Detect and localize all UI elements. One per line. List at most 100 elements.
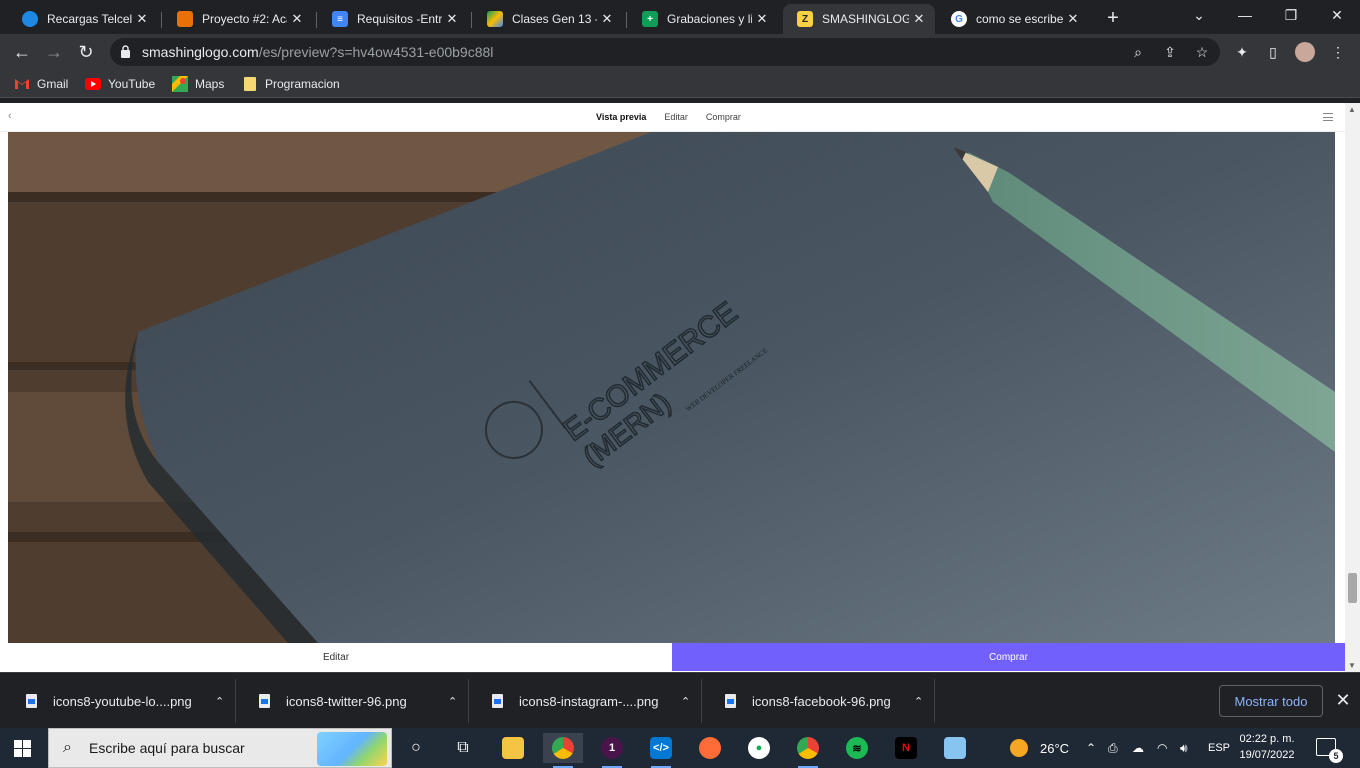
task-view-icon[interactable]: ⧉ — [443, 733, 483, 763]
restore-icon[interactable]: ❐ — [1268, 0, 1314, 34]
scroll-down-icon[interactable]: ▼ — [1348, 661, 1356, 670]
notification-center-icon[interactable]: 5 — [1316, 738, 1343, 763]
drive-icon — [487, 11, 503, 27]
share-icon[interactable]: ⇪ — [1160, 42, 1180, 62]
reload-icon[interactable]: ↻ — [72, 38, 100, 66]
tab-label: SMASHINGLOGO — [822, 12, 909, 26]
download-filename: icons8-twitter-96.png — [286, 693, 407, 709]
chrome-taskbar-icon[interactable] — [543, 733, 583, 768]
side-panel-icon[interactable]: ▯ — [1263, 42, 1283, 62]
onedrive-icon[interactable]: ☁ — [1132, 728, 1144, 768]
netflix-icon[interactable]: N — [886, 733, 926, 763]
show-all-downloads-button[interactable]: Mostrar todo — [1219, 685, 1323, 717]
profile-avatar[interactable] — [1295, 42, 1315, 62]
forward-arrow-icon[interactable]: → — [40, 38, 68, 66]
bookmark-youtube[interactable]: YouTube — [85, 75, 155, 93]
download-item[interactable]: icons8-youtube-lo....png ⌃ — [4, 679, 236, 723]
scroll-up-icon[interactable]: ▲ — [1348, 105, 1356, 114]
extensions-icon[interactable]: ✦ — [1232, 42, 1252, 62]
search-icon: ⌕ — [63, 739, 72, 756]
hamburger-menu-icon[interactable] — [1323, 113, 1333, 121]
meet-now-icon[interactable]: ⎙ — [1108, 728, 1118, 768]
download-filename: icons8-facebook-96.png — [752, 693, 891, 709]
tab-label: Proyecto #2: Academia — [202, 12, 287, 26]
wifi-icon[interactable]: ◠ — [1157, 728, 1167, 768]
close-icon[interactable]: ✕ — [132, 11, 152, 27]
download-item[interactable]: icons8-instagram-....png ⌃ — [470, 679, 702, 723]
zoom-icon[interactable]: ⌕ — [1128, 42, 1148, 62]
windows-start-icon[interactable] — [14, 740, 31, 757]
edit-button[interactable]: Editar — [0, 643, 672, 671]
telcel-icon — [22, 11, 38, 27]
tab-recargas-telcel[interactable]: Recargas Telcel ✕ — [8, 4, 158, 34]
scrollbar-thumb[interactable] — [1348, 573, 1357, 603]
file-icon — [26, 694, 37, 708]
tab-label: Requisitos -Entregables — [357, 12, 442, 26]
tab-google-search[interactable]: G como se escribe ✕ — [937, 4, 1089, 34]
page-scrollbar[interactable]: ▲ ▼ — [1345, 103, 1360, 672]
nav-preview[interactable]: Vista previa — [596, 112, 646, 122]
maps-icon — [172, 76, 188, 92]
nav-buy[interactable]: Comprar — [706, 112, 741, 122]
close-icon[interactable]: ✕ — [442, 11, 462, 27]
site-top-nav: ‹ Vista previa Editar Comprar — [0, 103, 1345, 132]
file-explorer-icon[interactable] — [493, 733, 533, 763]
close-icon[interactable]: ✕ — [287, 11, 307, 27]
paint-icon[interactable] — [935, 733, 975, 763]
bookmark-gmail[interactable]: Gmail — [14, 75, 68, 93]
chevron-up-icon[interactable]: ⌃ — [681, 695, 690, 708]
chevron-up-icon[interactable]: ⌃ — [215, 695, 224, 708]
taskbar-search[interactable]: ⌕ Escribe aquí para buscar — [48, 728, 392, 768]
chevron-up-icon[interactable]: ⌃ — [448, 695, 457, 708]
weather-widget[interactable]: 26°C — [1010, 728, 1069, 768]
cortana-icon[interactable]: ○ — [396, 733, 436, 763]
tray-chevron-icon[interactable]: ⌃ — [1086, 728, 1096, 768]
new-tab-button[interactable]: + — [1102, 7, 1124, 29]
minimize-icon[interactable]: — — [1222, 0, 1268, 34]
logo-mockup-image: E-COMMERCE (MERN) WEB DEVELOPER FREELANC… — [8, 132, 1335, 643]
tab-strip: Recargas Telcel ✕ Proyecto #2: Academia … — [0, 0, 1360, 34]
tab-search-chevron-icon[interactable]: ⌄ — [1176, 0, 1222, 34]
close-icon[interactable]: ✕ — [1063, 11, 1083, 27]
bookmark-label: YouTube — [108, 77, 156, 91]
slack-badge: 1 — [608, 742, 616, 754]
tab-label: Clases Gen 13 - MERN — [512, 12, 597, 26]
chevron-up-icon[interactable]: ⌃ — [914, 695, 923, 708]
back-arrow-icon[interactable]: ← — [8, 38, 36, 66]
mongodb-compass-icon[interactable]: ● — [739, 733, 779, 763]
close-icon[interactable]: ✕ — [909, 11, 929, 27]
volume-icon[interactable]: 🔊︎ — [1180, 728, 1188, 768]
url-text: smashinglogo.com/es/preview?s=hv4ow4531-… — [142, 44, 494, 60]
buy-button[interactable]: Comprar — [672, 643, 1345, 671]
file-icon — [259, 694, 270, 708]
system-clock[interactable]: 02:22 p. m. 19/07/2022 — [1232, 731, 1302, 763]
close-icon[interactable]: ✕ — [597, 11, 617, 27]
language-indicator[interactable]: ESP — [1208, 728, 1230, 768]
close-downloads-icon[interactable]: ✕ — [1332, 687, 1354, 713]
tab-smashinglogo[interactable]: Z SMASHINGLOGO ✕ — [783, 4, 935, 34]
download-item[interactable]: icons8-facebook-96.png ⌃ — [703, 679, 935, 723]
chevron-left-icon[interactable]: ‹ — [8, 110, 12, 122]
bookmark-star-icon[interactable]: ☆ — [1192, 42, 1212, 62]
vscode-icon[interactable]: </> — [641, 733, 681, 768]
search-placeholder: Escribe aquí para buscar — [89, 740, 245, 756]
spotify-icon[interactable]: ≋ — [837, 733, 877, 763]
download-item[interactable]: icons8-twitter-96.png ⌃ — [237, 679, 469, 723]
nav-edit[interactable]: Editar — [664, 112, 688, 122]
close-window-icon[interactable]: ✕ — [1314, 0, 1360, 34]
windows-taskbar: ⌕ Escribe aquí para buscar ○ ⧉ 1 </> ● ≋… — [0, 728, 1360, 768]
tab-proyecto[interactable]: Proyecto #2: Academia ✕ — [163, 4, 313, 34]
notification-count: 5 — [1329, 749, 1343, 763]
sun-icon — [1010, 739, 1028, 757]
slack-icon[interactable]: 1 — [592, 733, 632, 768]
tab-clases[interactable]: Clases Gen 13 - MERN ✕ — [473, 4, 623, 34]
address-bar[interactable]: smashinglogo.com/es/preview?s=hv4ow4531-… — [110, 38, 1220, 66]
bookmark-folder-programacion[interactable]: Programacion — [242, 75, 340, 93]
bookmark-maps[interactable]: Maps — [172, 75, 224, 93]
chrome-profile-icon[interactable] — [788, 733, 828, 768]
tab-requisitos[interactable]: ≡ Requisitos -Entregables ✕ — [318, 4, 468, 34]
postman-icon[interactable] — [690, 733, 730, 763]
close-icon[interactable]: ✕ — [752, 11, 772, 27]
tab-grabaciones[interactable]: + Grabaciones y links ✕ — [628, 4, 778, 34]
menu-kebab-icon[interactable]: ⋮ — [1328, 42, 1348, 62]
